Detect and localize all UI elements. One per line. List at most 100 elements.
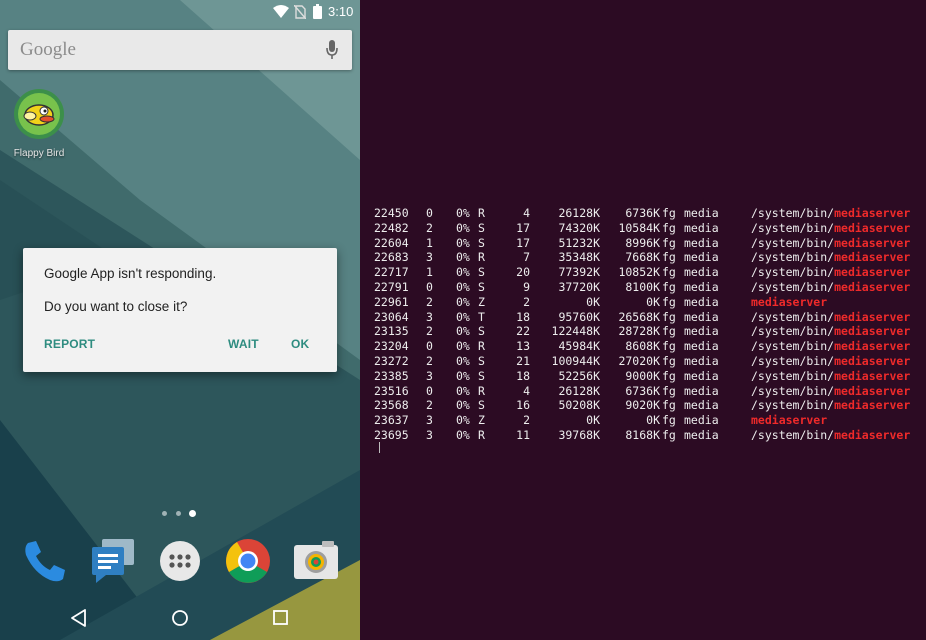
process-pct: 0%: [456, 220, 470, 235]
wifi-icon: [273, 5, 289, 18]
process-thr: 16: [516, 398, 530, 413]
page-dot: [176, 511, 181, 516]
process-uid: media: [684, 353, 719, 368]
navigation-bar: [0, 596, 360, 640]
process-rss: 10852K: [618, 265, 660, 280]
dialog-title: Google App isn't responding.: [44, 266, 217, 281]
process-rss: 9020K: [625, 398, 660, 413]
chrome-icon[interactable]: [224, 537, 272, 585]
camera-icon[interactable]: [292, 537, 340, 585]
process-pcy: fg: [662, 235, 676, 250]
process-pct: 0%: [456, 427, 470, 442]
process-pct: 0%: [456, 398, 470, 413]
process-pcy: fg: [662, 309, 676, 324]
process-pct: 0%: [456, 413, 470, 428]
grep-match: mediaserver: [834, 427, 911, 442]
process-pcy: fg: [662, 206, 676, 220]
process-uid: media: [684, 368, 719, 383]
grep-match: mediaserver: [751, 294, 828, 309]
status-clock: 3:10: [328, 4, 354, 19]
process-path: /system/bin/: [751, 250, 835, 265]
phone-icon[interactable]: [20, 537, 68, 585]
grep-match: mediaserver: [834, 324, 911, 339]
mic-icon[interactable]: [326, 40, 338, 60]
google-search-bar[interactable]: Google: [8, 30, 352, 70]
process-vss: 0K: [586, 413, 600, 428]
process-pid: 22961: [374, 294, 409, 309]
process-name: /system/bin/mediaserver: [751, 236, 910, 251]
report-button[interactable]: REPORT: [44, 337, 95, 351]
wait-button[interactable]: WAIT: [228, 337, 259, 351]
app-flappy-bird[interactable]: Flappy Bird: [8, 88, 70, 159]
process-thr: 21: [516, 353, 530, 368]
process-uid: media: [684, 309, 719, 324]
grep-match: mediaserver: [834, 250, 911, 265]
process-thr: 18: [516, 309, 530, 324]
process-name: /system/bin/mediaserver: [751, 206, 910, 221]
process-path: /system/bin/: [751, 353, 835, 368]
grep-match: mediaserver: [834, 235, 911, 250]
process-name: /system/bin/mediaserver: [751, 221, 910, 236]
ok-button[interactable]: OK: [291, 337, 309, 351]
process-uid: media: [684, 427, 719, 442]
process-uid: media: [684, 413, 719, 428]
grep-match: mediaserver: [834, 398, 911, 413]
process-s: Z: [478, 413, 485, 428]
process-pcy: fg: [662, 383, 676, 398]
page-dot-active: [189, 510, 196, 517]
back-icon[interactable]: [67, 606, 91, 630]
process-cpu: 3: [426, 250, 433, 265]
terminal-window[interactable]: 22450 0 0% R 4 26128K 6736K fg media/system/bin/…: [360, 0, 926, 640]
process-vss: 74320K: [558, 220, 600, 235]
process-s: R: [478, 206, 485, 220]
process-pct: 0%: [456, 265, 470, 280]
process-rss: 6736K: [625, 206, 660, 220]
process-pid: 23516: [374, 383, 409, 398]
process-rss: 8996K: [625, 235, 660, 250]
process-rss: 8608K: [625, 339, 660, 354]
process-vss: 50208K: [558, 398, 600, 413]
process-thr: 20: [516, 265, 530, 280]
grep-match: mediaserver: [834, 206, 911, 220]
process-pid: 22791: [374, 279, 409, 294]
process-rss: 6736K: [625, 383, 660, 398]
process-path: /system/bin/: [751, 235, 835, 250]
grep-match: mediaserver: [834, 220, 911, 235]
process-pcy: fg: [662, 294, 676, 309]
process-name: /system/bin/mediaserver: [751, 369, 910, 384]
process-cpu: 2: [426, 324, 433, 339]
grep-match: mediaserver: [834, 265, 911, 280]
process-path: /system/bin/: [751, 279, 835, 294]
process-name: /system/bin/mediaserver: [751, 428, 910, 443]
process-s: S: [478, 324, 485, 339]
process-uid: media: [684, 235, 719, 250]
grep-match: mediaserver: [834, 309, 911, 324]
process-pcy: fg: [662, 220, 676, 235]
grep-match: mediaserver: [834, 279, 911, 294]
process-vss: 37720K: [558, 279, 600, 294]
grep-match: mediaserver: [751, 413, 828, 428]
process-pct: 0%: [456, 353, 470, 368]
recents-icon[interactable]: [269, 606, 293, 630]
flappy-bird-icon[interactable]: [13, 88, 65, 140]
process-pcy: fg: [662, 250, 676, 265]
process-thr: 18: [516, 368, 530, 383]
process-uid: media: [684, 383, 719, 398]
process-path: /system/bin/: [751, 427, 835, 442]
process-s: S: [478, 398, 485, 413]
app-drawer-icon[interactable]: [156, 537, 204, 585]
messenger-icon[interactable]: [88, 537, 136, 585]
process-s: T: [478, 309, 485, 324]
process-path: /system/bin/: [751, 309, 835, 324]
process-pid: 23568: [374, 398, 409, 413]
process-pid: 22683: [374, 250, 409, 265]
process-uid: media: [684, 324, 719, 339]
process-pid: 23064: [374, 309, 409, 324]
process-pcy: fg: [662, 265, 676, 280]
process-pct: 0%: [456, 368, 470, 383]
home-icon[interactable]: [168, 606, 192, 630]
no-sim-icon: [294, 5, 306, 19]
process-uid: media: [684, 206, 719, 220]
process-pid: 22450: [374, 206, 409, 220]
process-pcy: fg: [662, 324, 676, 339]
